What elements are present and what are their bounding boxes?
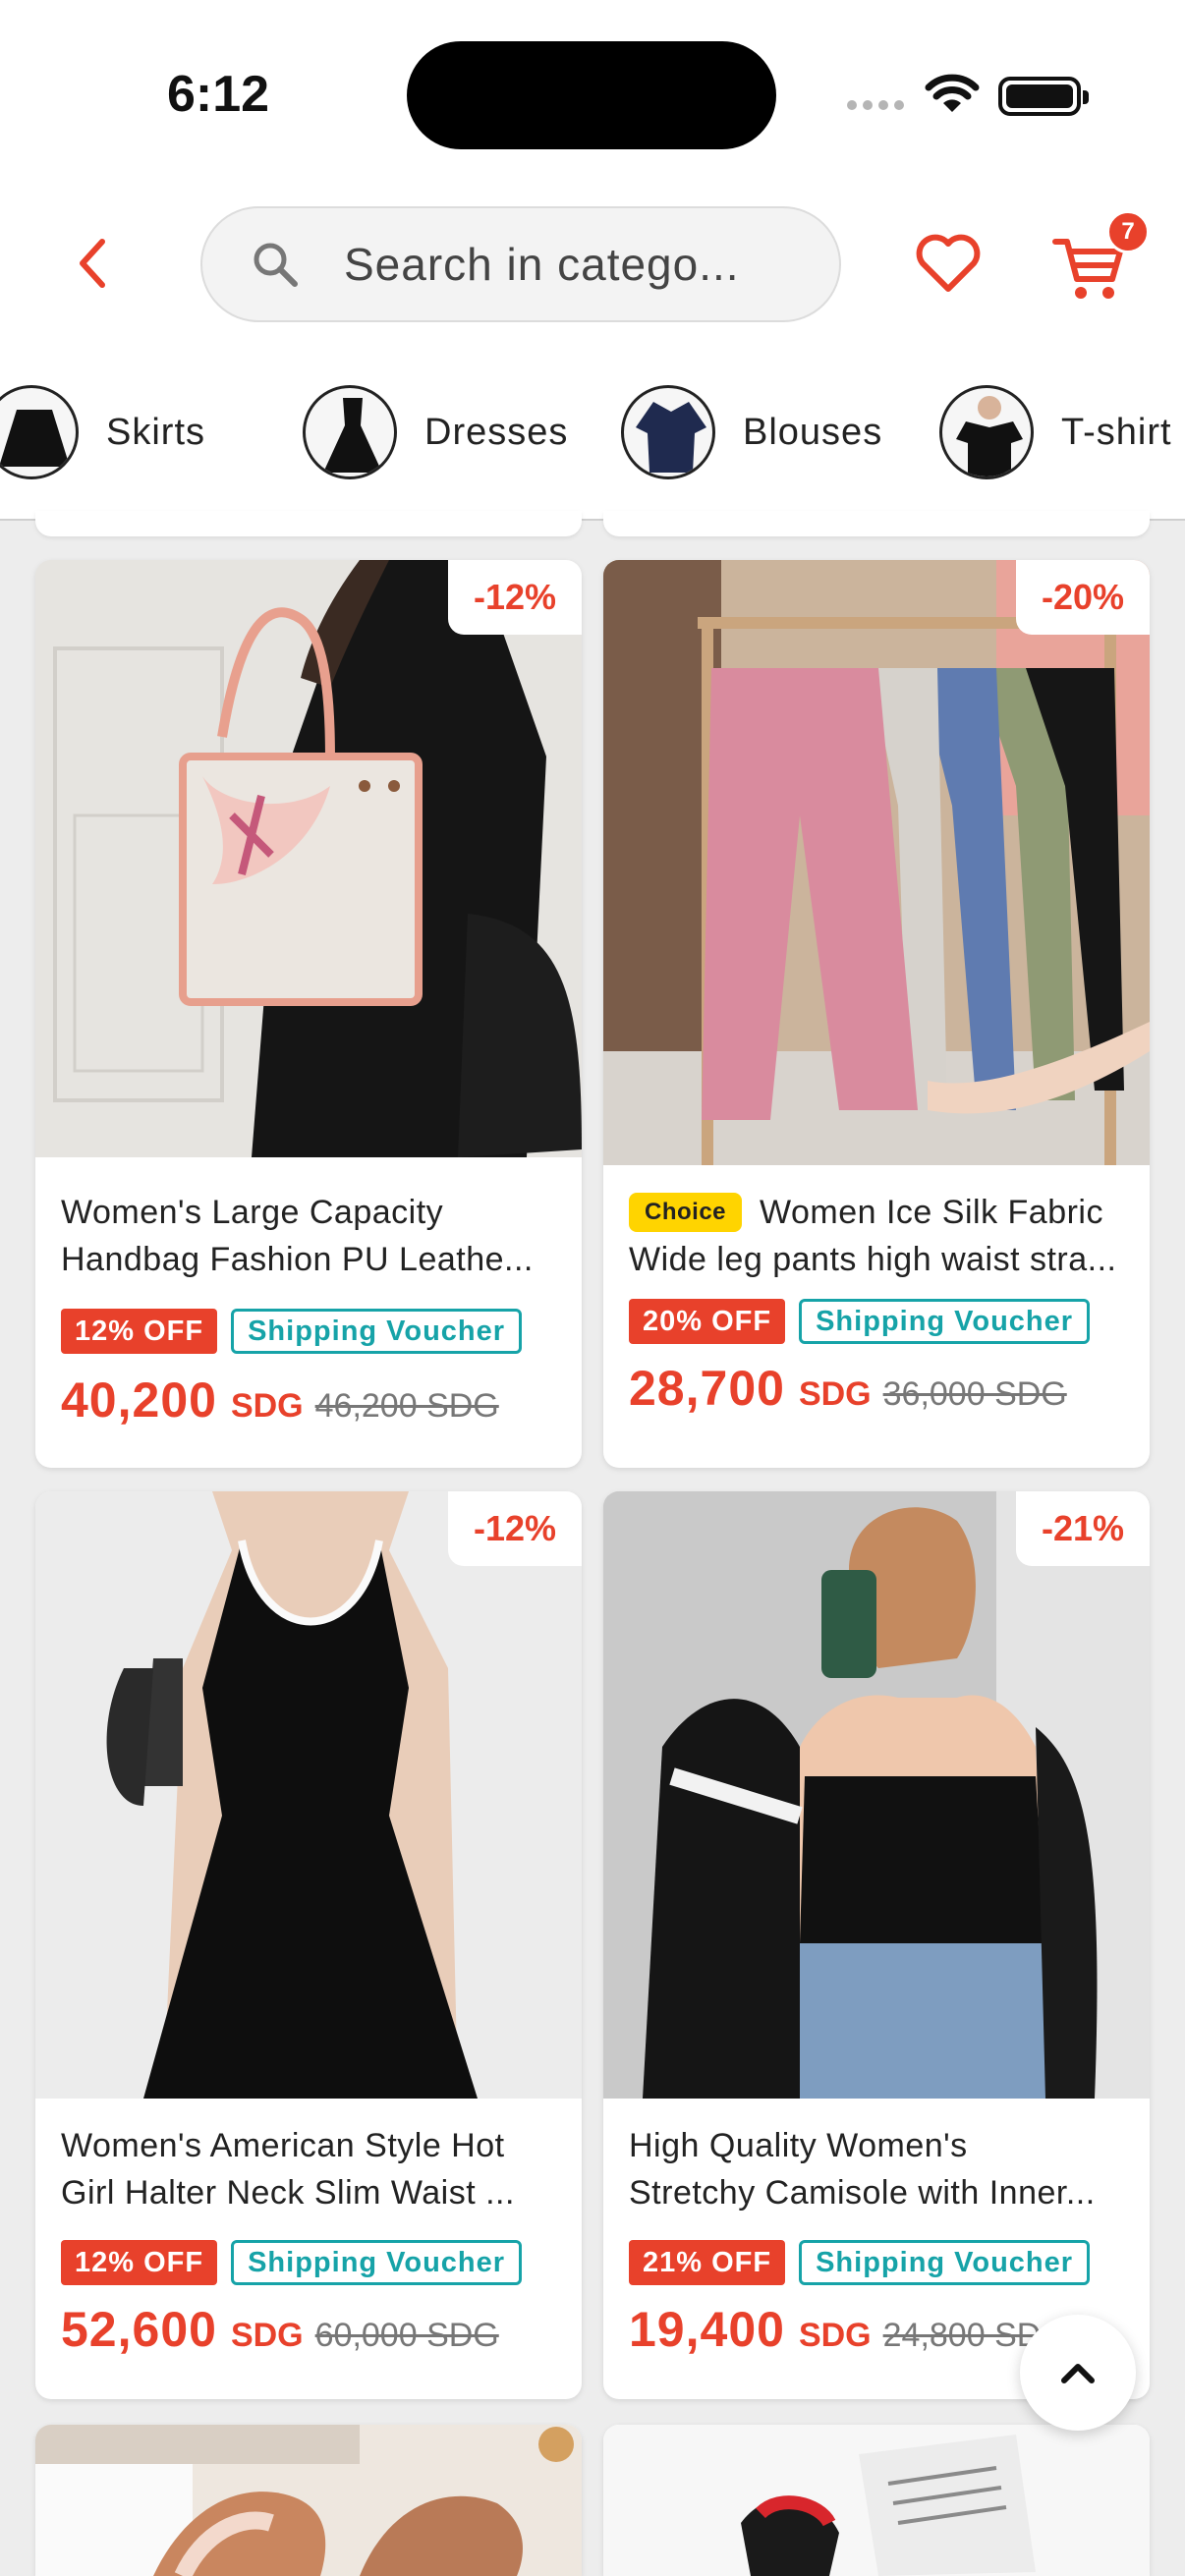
badge-row: 21% OFF Shipping Voucher [629,2240,1091,2285]
discount-tag: -12% [448,560,582,635]
cart-count-badge: 7 [1106,210,1150,253]
product-title-line: Handbag Fashion PU Leathe... [61,1241,534,1278]
product-card[interactable]: -12% Women's Large Capacity Handbag Fash… [35,560,582,1468]
original-price: 60,000 SDG [314,2317,499,2354]
choice-badge: Choice [629,1193,743,1232]
blouse-thumbnail [621,385,715,479]
tshirt-thumbnail [939,385,1034,479]
price-row: 52,600 SDG 60,000 SDG [61,2301,499,2358]
currency-label: SDG [798,1375,872,1413]
wishlist-heart-icon[interactable] [914,230,983,299]
shipping-voucher-badge: Shipping Voucher [231,2240,523,2285]
product-image-halter-dress [35,1491,582,2099]
badge-row: 20% OFF Shipping Voucher [629,1299,1091,1344]
percent-off-badge: 12% OFF [61,1309,218,1354]
category-label: T-shirt [1061,411,1172,453]
original-price: 36,000 SDG [882,1375,1067,1413]
percent-off-badge: 20% OFF [629,1299,786,1344]
shipping-voucher-badge: Shipping Voucher [799,2240,1091,2285]
status-bar: 6:12 [0,0,1185,187]
skirt-thumbnail [0,385,79,479]
product-title-line: Wide leg pants high waist stra... [629,1241,1117,1278]
category-strip: Skirts Dresses Blouses T-shirt [0,334,1185,521]
product-title-text: Women Ice Silk Fabric [760,1194,1103,1231]
shipping-voucher-badge: Shipping Voucher [799,1299,1091,1344]
cellular-signal-icon [847,100,904,110]
product-title: Women's Large Capacity Handbag Fashion P… [61,1189,562,1283]
scroll-to-top-button[interactable] [1020,2315,1136,2431]
search-input[interactable]: Search in catego... [200,206,841,322]
product-title-line: High Quality Women's [629,2127,968,2164]
category-label: Dresses [424,411,569,453]
sale-price: 28,700 [629,1361,785,1416]
currency-label: SDG [230,1387,304,1425]
price-row: 28,700 SDG 36,000 SDG [629,1360,1067,1417]
product-card[interactable]: -21% High Quality Women's Stretchy Camis… [603,1491,1150,2399]
chevron-up-icon [1061,2364,1095,2383]
product-title: Choice Women Ice Silk Fabric Wide leg pan… [629,1189,1130,1283]
category-tshirt[interactable]: T-shirt [939,385,1172,479]
search-placeholder: Search in catego... [344,239,740,290]
discount-tag: -20% [1016,560,1150,635]
product-image-sandals [35,2425,582,2576]
price-row: 19,400 SDG 24,800 SDG [629,2301,1067,2358]
currency-label: SDG [230,2317,304,2354]
battery-icon [998,77,1089,116]
sale-price: 40,200 [61,1372,217,1428]
status-time: 6:12 [167,66,270,123]
percent-off-badge: 21% OFF [629,2240,786,2285]
product-title-line: Women's American Style Hot [61,2127,505,2164]
currency-label: SDG [798,2317,872,2354]
top-bar: Search in catego... 7 [0,187,1185,334]
product-card[interactable] [603,2425,1150,2576]
product-image-accessory [603,2425,1150,2576]
percent-off-badge: 12% OFF [61,2240,218,2285]
app-screen: 6:12 Search in catego... 7 Skirts Dresse… [0,0,1185,2576]
product-card[interactable]: -12% Women's American Style Hot Girl Hal… [35,1491,582,2399]
product-image-wide-leg-pants [603,560,1150,1165]
product-card[interactable] [35,2425,582,2576]
product-card[interactable]: -20% Choice Women Ice Silk Fabric Wide le… [603,560,1150,1468]
product-title: High Quality Women's Stretchy Camisole w… [629,2122,1130,2216]
product-title-line: Women's Large Capacity [61,1194,444,1231]
category-label: Blouses [743,411,883,453]
discount-tag: -12% [448,1491,582,1566]
badge-row: 12% OFF Shipping Voucher [61,1309,523,1354]
category-blouses[interactable]: Blouses [621,385,882,479]
previous-card-edge [603,511,1150,536]
discount-tag: -21% [1016,1491,1150,1566]
product-title: Women's American Style Hot Girl Halter N… [61,2122,562,2216]
product-image-camisole [603,1491,1150,2099]
shipping-voucher-badge: Shipping Voucher [231,1309,523,1354]
product-title-line: Stretchy Camisole with Inner... [629,2174,1096,2212]
sale-price: 19,400 [629,2302,785,2357]
dynamic-island [407,41,776,149]
product-title-line: Choice Women Ice Silk Fabric [629,1189,1130,1236]
sale-price: 52,600 [61,2302,217,2357]
back-button[interactable] [65,234,124,293]
product-image-handbag [35,560,582,1157]
category-skirts[interactable]: Skirts [0,385,205,479]
original-price: 46,200 SDG [314,1387,499,1425]
product-title-line: Girl Halter Neck Slim Waist ... [61,2174,515,2212]
wifi-icon [925,74,980,112]
search-icon [254,243,298,287]
previous-card-edge [35,511,582,536]
badge-row: 12% OFF Shipping Voucher [61,2240,523,2285]
dress-thumbnail [303,385,397,479]
price-row: 40,200 SDG 46,200 SDG [61,1372,499,1428]
category-label: Skirts [106,411,205,453]
category-dresses[interactable]: Dresses [303,385,568,479]
